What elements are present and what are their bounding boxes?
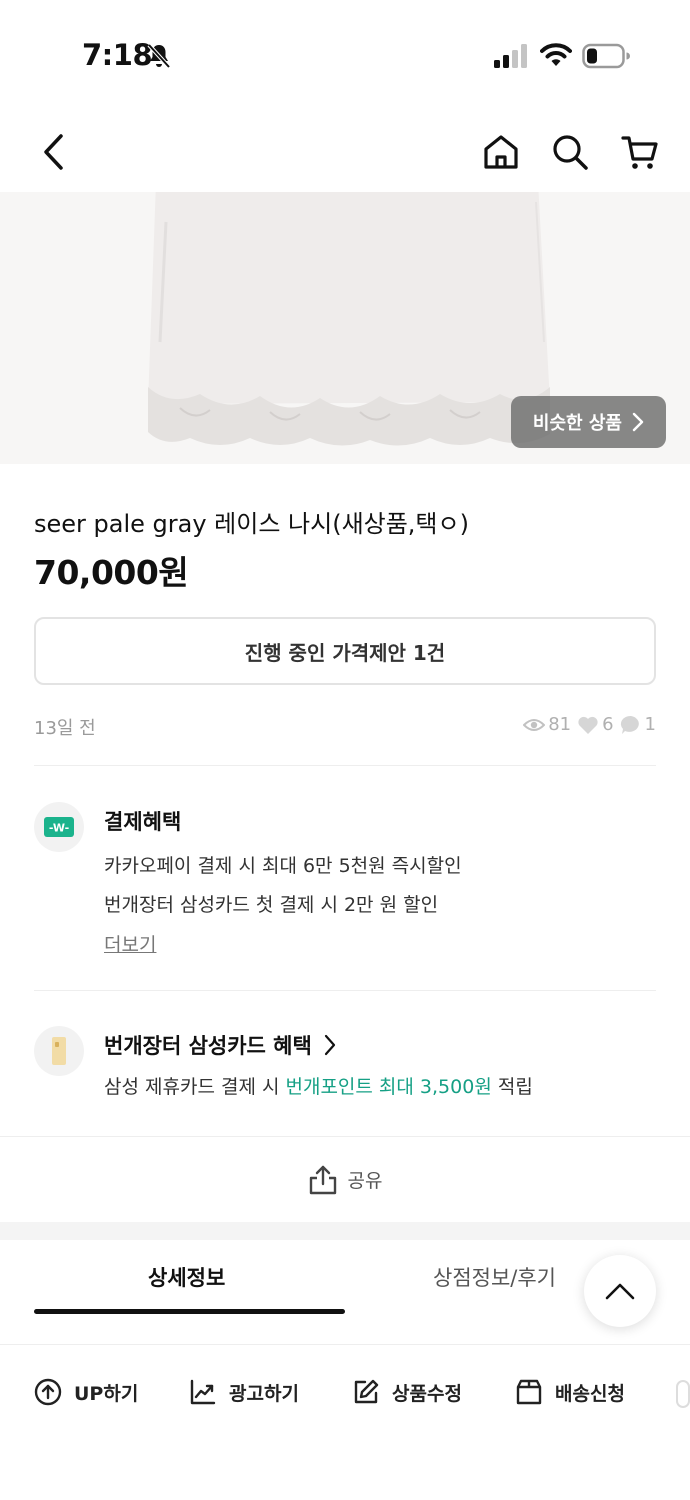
delivery-label: 배송신청: [555, 1382, 625, 1405]
cart-button[interactable]: [616, 128, 664, 176]
back-button[interactable]: [30, 128, 78, 176]
chevron-right-icon: [632, 412, 644, 432]
product-title: seer pale gray 레이스 나시(새상품,택ㅇ): [34, 510, 469, 538]
wifi-icon: [540, 43, 572, 66]
likes-count: 6: [602, 714, 614, 735]
product-stats: 81 6 1: [523, 714, 656, 735]
chevron-up-icon: [605, 1283, 635, 1300]
ad-label: 광고하기: [229, 1382, 299, 1405]
home-icon: [484, 135, 518, 169]
more-actions-edge[interactable]: [676, 1380, 690, 1408]
section-separator: [0, 1222, 690, 1240]
card-benefit-icon-wrap: [34, 1026, 84, 1076]
price-offer-label: 진행 중인 가격제안 1건: [244, 640, 446, 665]
edit-icon: [354, 1379, 379, 1404]
share-label: 공유: [347, 1170, 383, 1192]
similar-products-button[interactable]: 비슷한 상품: [510, 396, 666, 448]
tab-detail[interactable]: 상세정보: [148, 1262, 225, 1292]
box-icon: [516, 1379, 542, 1405]
card-benefit-highlight: 번개포인트 최대 3,500원: [285, 1076, 492, 1098]
chevron-left-icon: [44, 134, 63, 170]
chat-icon: [620, 715, 639, 734]
likes-stat: 6: [577, 714, 614, 735]
svg-text:-W-: -W-: [49, 822, 69, 835]
tab-store-info[interactable]: 상점정보/후기: [433, 1262, 556, 1292]
views-stat: 81: [523, 714, 571, 735]
chats-count: 1: [644, 714, 656, 735]
edit-label: 상품수정: [392, 1382, 462, 1405]
cart-icon: [621, 136, 658, 169]
won-coin-icon: -W-: [44, 817, 74, 837]
product-image[interactable]: 비슷한 상품: [0, 192, 690, 464]
product-price: 70,000원: [34, 553, 189, 592]
product-meta: 13일 전 81 6 1: [34, 712, 656, 740]
ad-button[interactable]: 광고하기: [189, 1378, 299, 1406]
signal-icon: [494, 44, 527, 68]
chats-stat: 1: [620, 714, 656, 735]
card-benefit-link[interactable]: 번개장터 삼성카드 혜택: [104, 1030, 336, 1060]
active-tab-indicator: [34, 1309, 345, 1314]
card-benefit-suffix: 적립: [491, 1076, 533, 1098]
seller-action-bar: UP하기 광고하기 상품수정 배송신청: [0, 1372, 690, 1416]
nav-bar: [0, 110, 690, 192]
battery-icon: [582, 43, 630, 69]
payment-benefit-line-2: 번개장터 삼성카드 첫 결제 시 2만 원 할인: [104, 894, 439, 916]
heart-icon: [578, 716, 598, 734]
payment-benefit-icon-wrap: -W-: [34, 802, 84, 852]
up-button[interactable]: UP하기: [34, 1378, 138, 1406]
status-time: 7:18: [82, 38, 153, 72]
delivery-request-button[interactable]: 배송신청: [515, 1378, 625, 1406]
price-offer-button[interactable]: 진행 중인 가격제안 1건: [34, 617, 656, 685]
payment-benefit-title: 결제혜택: [104, 810, 182, 834]
tab-divider: [0, 1344, 690, 1345]
similar-products-label: 비슷한 상품: [532, 413, 622, 434]
status-bar: 7:18: [0, 0, 690, 110]
share-button[interactable]: 공유: [0, 1136, 690, 1222]
divider: [34, 990, 656, 991]
card-benefit-title: 번개장터 삼성카드 혜택: [104, 1034, 312, 1058]
up-label: UP하기: [74, 1382, 139, 1405]
eye-icon: [523, 718, 546, 731]
dress-photo: [148, 192, 550, 446]
scroll-top-button[interactable]: [584, 1255, 656, 1327]
divider: [34, 765, 656, 766]
share-icon: [309, 1165, 336, 1194]
home-button[interactable]: [477, 128, 525, 176]
card-benefit-prefix: 삼성 제휴카드 결제 시: [104, 1076, 286, 1098]
search-button[interactable]: [546, 128, 594, 176]
payment-benefit-line-1: 카카오페이 결제 시 최대 6만 5천원 즉시할인: [104, 855, 462, 877]
more-link[interactable]: 더보기: [104, 930, 156, 957]
views-count: 81: [548, 714, 572, 735]
search-icon: [553, 135, 588, 170]
edit-product-button[interactable]: 상품수정: [352, 1378, 462, 1406]
posted-time: 13일 전: [34, 718, 96, 739]
credit-card-icon: [52, 1037, 66, 1065]
chevron-right-icon: [324, 1034, 335, 1056]
arrow-up-circle-icon: [34, 1378, 62, 1406]
trend-chart-icon: [190, 1379, 216, 1405]
card-benefit-line: 삼성 제휴카드 결제 시 번개포인트 최대 3,500원 적립: [104, 1072, 533, 1099]
bell-muted-icon: [147, 43, 171, 69]
